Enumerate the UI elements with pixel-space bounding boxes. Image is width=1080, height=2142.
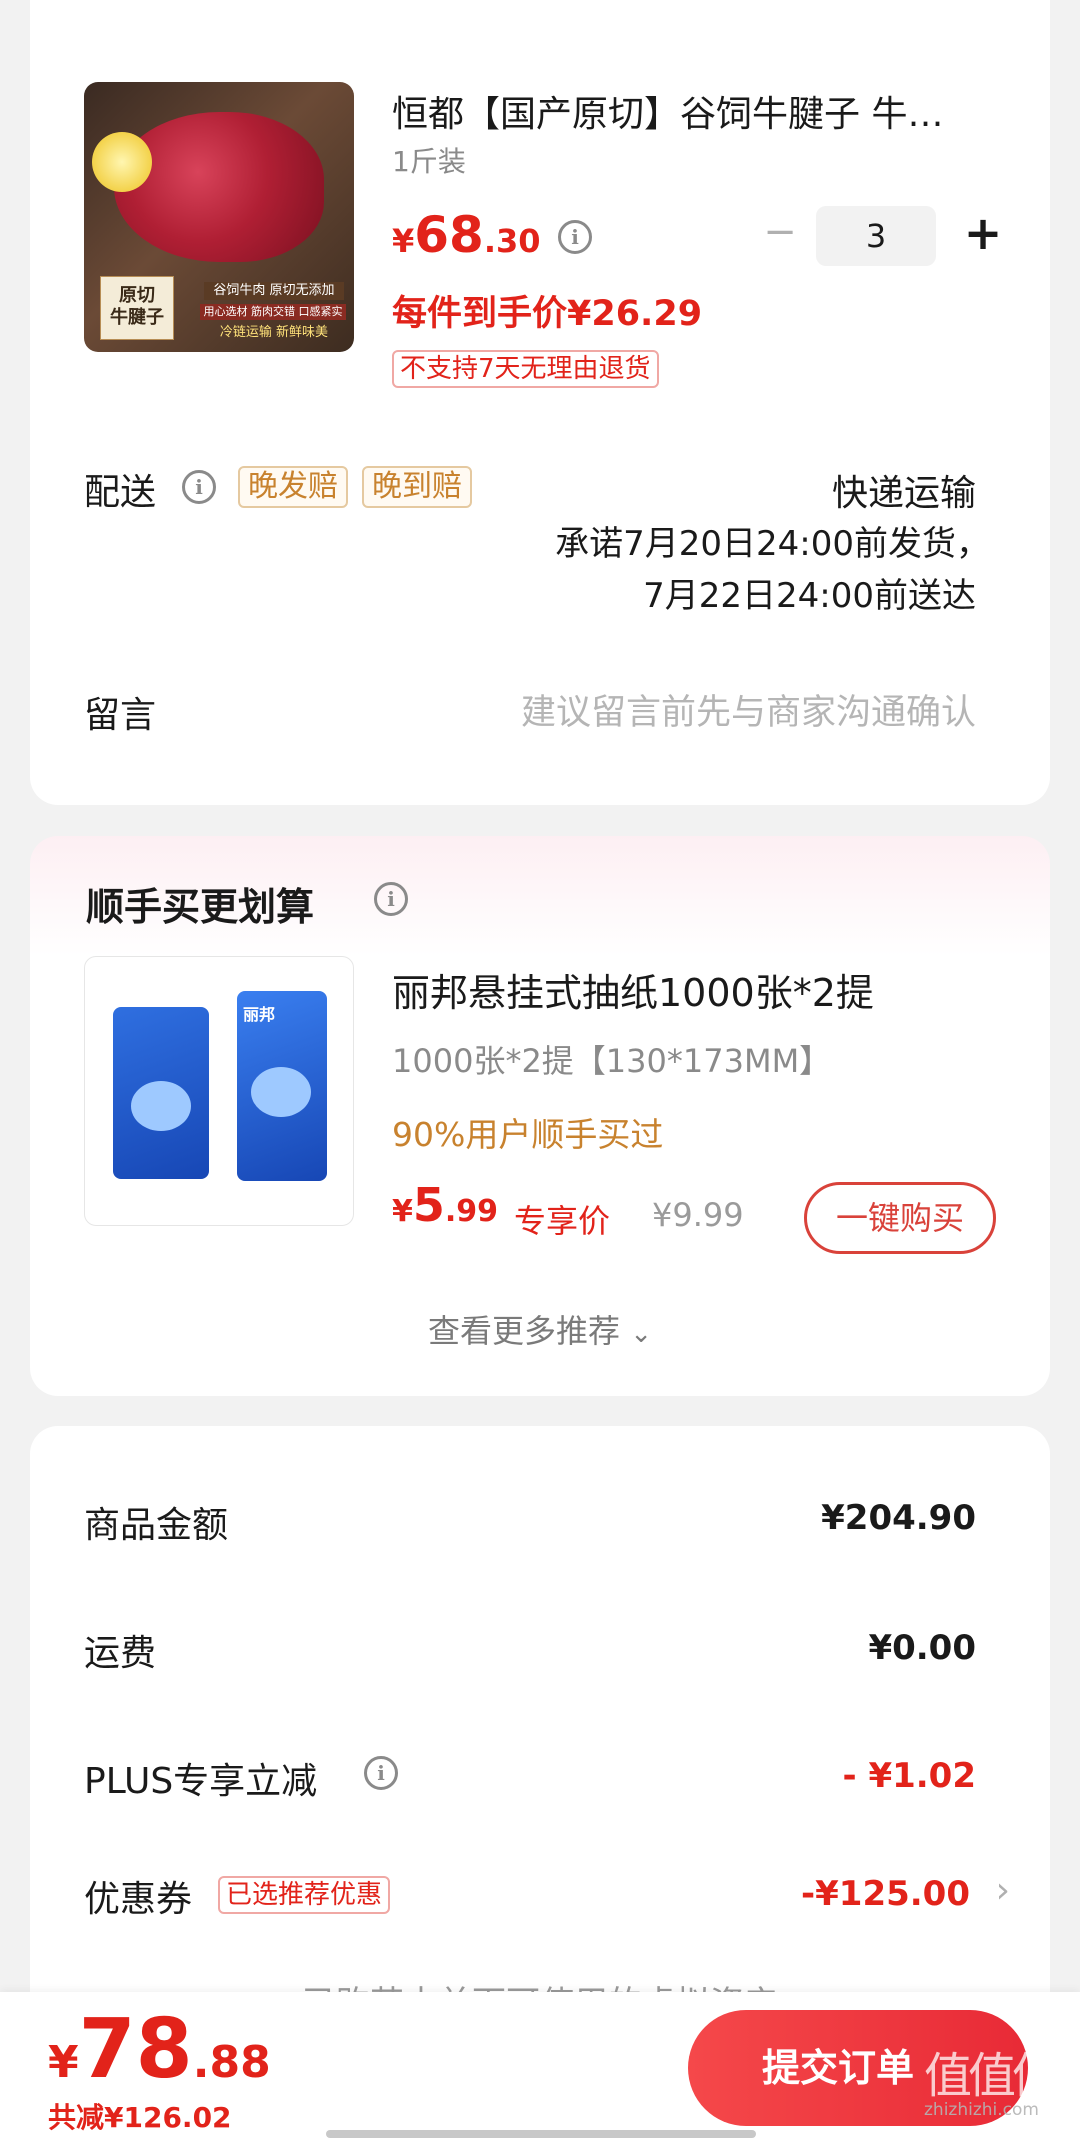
coupon-label[interactable]: 优惠券 bbox=[84, 1870, 192, 1922]
goods-amount-label: 商品金额 bbox=[84, 1505, 229, 1546]
total-symbol: ¥ bbox=[48, 2037, 79, 2088]
image-caption-box-left: 原切 牛腱子 bbox=[100, 276, 174, 340]
upsell-heading: 顺手买更划算 bbox=[86, 885, 315, 929]
tissue-brand-label: 丽邦 bbox=[243, 1005, 276, 1024]
goods-amount-value: ¥204.90 bbox=[821, 1498, 976, 1538]
total-integer: 78 bbox=[78, 2002, 193, 2097]
one-click-buy-button[interactable]: 一键购买 bbox=[804, 1182, 996, 1254]
delivery-info-icon[interactable]: i bbox=[182, 470, 216, 504]
upsell-card: 顺手买更划算 i 丽邦 丽邦悬挂式抽纸1000张*2提 1000张*2提【130… bbox=[30, 836, 1050, 1396]
delivery-label: 配送 bbox=[84, 472, 157, 513]
price-integer: 68 bbox=[414, 206, 484, 264]
coupon-value[interactable]: -¥125.00 bbox=[801, 1874, 970, 1914]
plus-discount-value: - ¥1.02 bbox=[842, 1756, 977, 1796]
plus-discount-info-icon[interactable]: i bbox=[364, 1756, 398, 1790]
quantity-plus-button[interactable]: + bbox=[958, 204, 1008, 262]
watermark-url: zhizhizhi.com bbox=[924, 2100, 1039, 2120]
lemon-shape bbox=[92, 132, 152, 192]
chevron-down-icon: ⌄ bbox=[630, 1319, 652, 1349]
price-info-icon[interactable]: i bbox=[558, 220, 592, 254]
total-price: ¥78.88 bbox=[48, 2002, 271, 2097]
tissue-pack-right: 丽邦 bbox=[237, 991, 327, 1181]
upsell-social-proof: 90%用户顺手买过 bbox=[392, 1115, 664, 1154]
message-input[interactable]: 建议留言前先与商家沟通确认 bbox=[521, 684, 976, 735]
image-caption-right-3: 冷链运输 新鲜味美 bbox=[219, 325, 329, 340]
plus-discount-label: PLUS专享立减 bbox=[84, 1761, 318, 1802]
product-image[interactable]: 原切 牛腱子 谷饲牛肉 原切无添加 用心选材 筋肉交错 口感紧实 冷链运输 新鲜… bbox=[84, 82, 354, 352]
upsell-product-spec[interactable]: 1000张*2提【130*173MM】 bbox=[392, 1036, 831, 1082]
upsell-price-integer: 5 bbox=[412, 1178, 445, 1232]
koala-face-left bbox=[131, 1081, 191, 1131]
upsell-product-title[interactable]: 丽邦悬挂式抽纸1000张*2提 bbox=[392, 962, 874, 1017]
shipping-fee-value: ¥0.00 bbox=[868, 1628, 976, 1668]
price-symbol: ¥ bbox=[392, 222, 415, 260]
price-summary-card: 商品金额 ¥204.90 运费 ¥0.00 PLUS专享立减 i - ¥1.02… bbox=[30, 1426, 1050, 2066]
upsell-price-decimal: .99 bbox=[444, 1194, 499, 1229]
watermark-logo: 值值值 bbox=[924, 2048, 1060, 2104]
chevron-right-icon[interactable]: › bbox=[996, 1870, 1010, 1911]
upsell-price: ¥5.99 bbox=[392, 1178, 498, 1232]
upsell-info-icon[interactable]: i bbox=[374, 882, 408, 916]
see-more-recommendations[interactable]: 查看更多推荐 ⌄ bbox=[30, 1306, 1050, 1352]
image-caption-right-2: 用心选材 筋肉交错 口感紧实 bbox=[200, 304, 346, 320]
unit-price-text: 每件到手价¥26.29 bbox=[392, 294, 703, 334]
price-decimal: .30 bbox=[483, 222, 541, 260]
late-arrival-compensation-tag[interactable]: 晚到赔 bbox=[362, 466, 472, 508]
total-saved[interactable]: 共减¥126.02 bbox=[48, 2096, 232, 2136]
image-caption-right-1: 谷饲牛肉 原切无添加 bbox=[204, 282, 344, 300]
product-card: 原切 牛腱子 谷饲牛肉 原切无添加 用心选材 筋肉交错 口感紧实 冷链运输 新鲜… bbox=[30, 0, 1050, 805]
message-label: 留言 bbox=[84, 695, 157, 736]
checkout-bar: ¥78.88 共减¥126.02 提交订单 值值值 zhizhizhi.com bbox=[0, 1992, 1080, 2142]
quantity-input[interactable]: 3 bbox=[816, 206, 936, 266]
delivery-promise-line2: 7月22日24:00前送达 bbox=[643, 576, 976, 616]
total-decimal: .88 bbox=[192, 2037, 271, 2088]
product-spec[interactable]: 1斤装 bbox=[392, 140, 466, 180]
upsell-price-symbol: ¥ bbox=[392, 1194, 413, 1229]
return-policy-badge: 不支持7天无理由退货 bbox=[392, 350, 659, 388]
home-indicator bbox=[326, 2130, 756, 2138]
product-price: ¥68.30 bbox=[392, 206, 541, 264]
beef-shape bbox=[114, 112, 324, 262]
late-ship-compensation-tag[interactable]: 晚发赔 bbox=[238, 466, 348, 508]
coupon-selected-tag: 已选推荐优惠 bbox=[218, 1876, 391, 1914]
shipping-fee-label: 运费 bbox=[84, 1633, 157, 1674]
delivery-method[interactable]: 快递运输 bbox=[832, 464, 976, 516]
koala-face-right bbox=[251, 1067, 311, 1117]
product-title[interactable]: 恒都【国产原切】谷饲牛腱子 牛… bbox=[392, 85, 1012, 137]
quantity-minus-button[interactable]: − bbox=[760, 210, 800, 254]
tissue-pack-left bbox=[113, 1007, 209, 1179]
upsell-original-price: ¥9.99 bbox=[652, 1196, 744, 1234]
upsell-price-tag: 专享价 bbox=[514, 1202, 611, 1240]
delivery-promise-line1: 承诺7月20日24:00前发货， bbox=[555, 524, 990, 564]
upsell-product-image[interactable]: 丽邦 bbox=[84, 956, 354, 1226]
see-more-label: 查看更多推荐 bbox=[428, 1312, 621, 1350]
